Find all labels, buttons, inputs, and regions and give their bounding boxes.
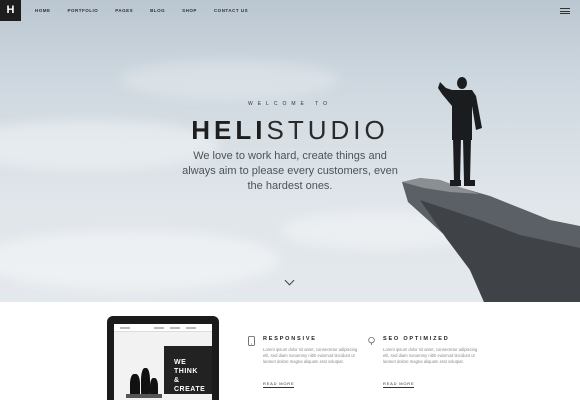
seo-icon bbox=[368, 336, 375, 345]
hero-section: H HOME PORTFOLIO PAGES BLOG SHOP CONTACT… bbox=[0, 0, 580, 302]
hero-title-light: STUDIO bbox=[266, 115, 389, 145]
feature-text: Lorem ipsum dolor sit amet, consectetur … bbox=[263, 347, 358, 364]
phone-icon bbox=[248, 336, 255, 346]
feature-text: Lorem ipsum dolor sit amet, consectetur … bbox=[383, 347, 478, 364]
read-more-link[interactable]: READ MORE bbox=[263, 381, 295, 388]
nav-item-home[interactable]: HOME bbox=[35, 8, 51, 13]
tablet-mockup: WE THINK & CREATE bbox=[107, 316, 219, 400]
logo[interactable]: H bbox=[0, 0, 21, 21]
feature-title: RESPONSIVE bbox=[263, 336, 317, 342]
nav-item-pages[interactable]: PAGES bbox=[115, 8, 133, 13]
scroll-down-icon[interactable] bbox=[284, 275, 295, 286]
hamburger-menu-icon[interactable] bbox=[560, 8, 570, 14]
tablet-screen: WE THINK & CREATE bbox=[114, 324, 212, 400]
nav-item-blog[interactable]: BLOG bbox=[150, 8, 165, 13]
nav-item-portfolio[interactable]: PORTFOLIO bbox=[68, 8, 99, 13]
nav-item-shop[interactable]: SHOP bbox=[182, 8, 197, 13]
tablet-headline: WE THINK & CREATE bbox=[174, 358, 212, 394]
tray-image bbox=[126, 394, 162, 398]
cloud bbox=[120, 60, 340, 100]
hero-title-bold: HELI bbox=[191, 115, 267, 145]
read-more-link[interactable]: READ MORE bbox=[383, 381, 415, 388]
tablet-headline-line1: WE THINK bbox=[174, 359, 198, 375]
cloud bbox=[0, 230, 280, 290]
main-nav: HOME PORTFOLIO PAGES BLOG SHOP CONTACT U… bbox=[35, 0, 265, 21]
nav-item-contact[interactable]: CONTACT US bbox=[214, 8, 248, 13]
man-on-cliff-image bbox=[402, 77, 580, 302]
hero-tagline: We love to work hard, create things and … bbox=[182, 150, 398, 192]
hero-welcome: WELCOME TO bbox=[248, 101, 332, 107]
tablet-headline-line2: & CREATE bbox=[174, 377, 206, 393]
hero-title: HELISTUDIO bbox=[160, 115, 420, 146]
man-figure bbox=[438, 77, 482, 186]
tablet-nav-bar bbox=[114, 324, 212, 332]
feature-title: SEO OPTIMIZED bbox=[383, 336, 450, 342]
